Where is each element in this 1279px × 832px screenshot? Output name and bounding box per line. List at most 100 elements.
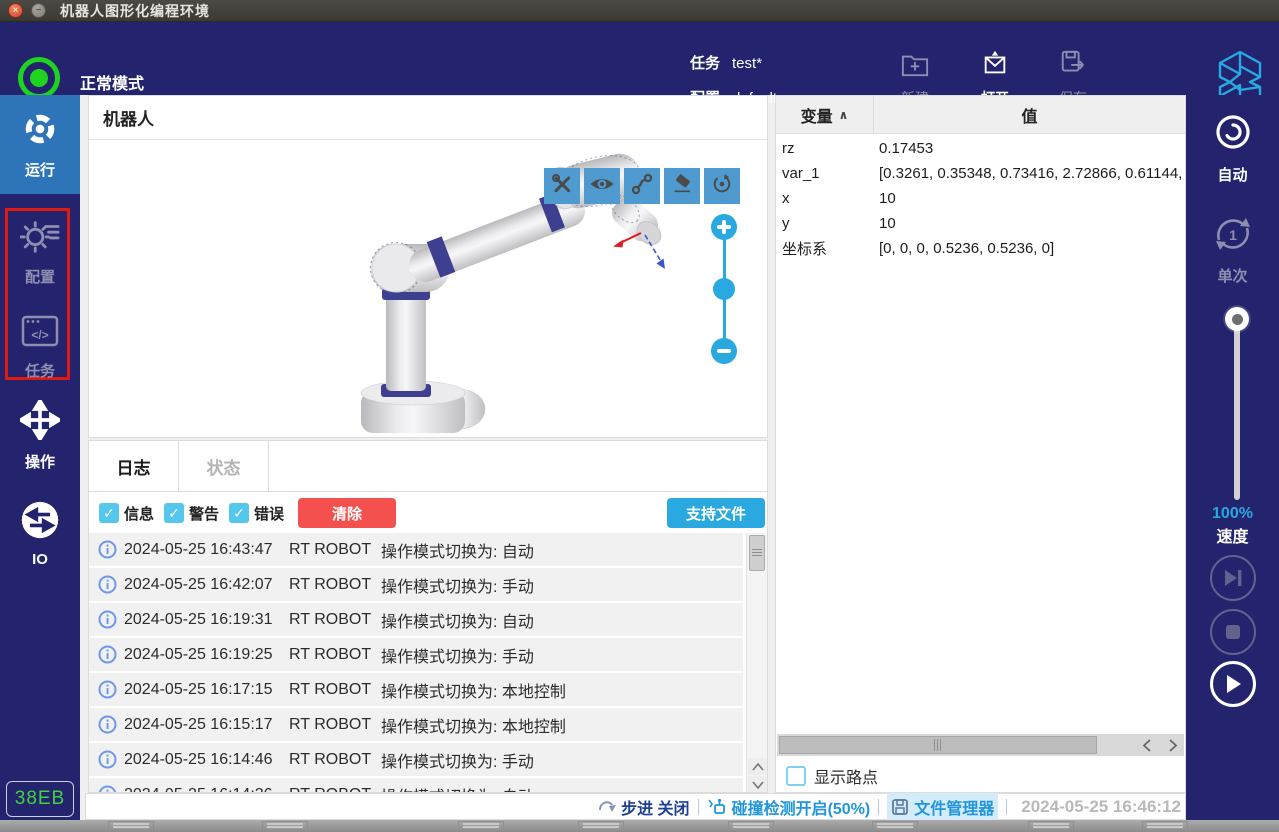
log-message: 操作模式切换为: 手动 (381, 753, 534, 771)
variables-column-name[interactable]: 变量 ∧ (776, 96, 874, 133)
log-filterbar: ✓ 信息 ✓ 警告 ✓ 错误 清除 支持文件 (89, 493, 767, 533)
sidebar-item-io[interactable]: IO (0, 500, 80, 568)
variable-row[interactable]: x 10 (776, 186, 1185, 211)
play-button[interactable] (1210, 661, 1256, 707)
filter-info-checkbox[interactable]: ✓ 信息 (99, 503, 154, 524)
log-row[interactable]: 2024-05-25 16:43:47 RT ROBOT 操作模式切换为: 自动 (89, 533, 743, 566)
speed-label: 速度 (1216, 529, 1249, 546)
variable-value: [0, 0, 0, 0.5236, 0.5236, 0] (879, 240, 1055, 257)
log-row[interactable]: 2024-05-25 16:14:46 RT ROBOT 操作模式切换为: 手动 (89, 743, 743, 776)
info-icon (98, 750, 117, 774)
window-title: 机器人图形化编程环境 (60, 2, 210, 19)
sidebar-item-operate[interactable]: 操作 (0, 397, 80, 472)
chevron-left-icon[interactable] (1142, 738, 1151, 752)
show-waypoints-checkbox[interactable]: 显示路点 (786, 764, 878, 788)
sidebar-item-config[interactable]: 配置 (0, 217, 80, 287)
tab-status[interactable]: 状态 (179, 441, 269, 492)
col-name-label: 变量 (800, 108, 833, 126)
log-source: RT ROBOT (289, 786, 371, 793)
file-manager-label: 文件管理器 (914, 800, 995, 818)
chevron-right-icon[interactable] (1169, 738, 1178, 752)
filter-error-checkbox[interactable]: ✓ 错误 (229, 503, 284, 524)
log-time: 2024-05-25 16:19:25 (124, 645, 273, 663)
variable-row[interactable]: var_1 [0.3261, 0.35348, 0.73416, 2.72866… (776, 161, 1185, 186)
robot-3d-viewport[interactable] (89, 141, 767, 437)
log-scrollbar[interactable] (746, 533, 767, 792)
speed-readout: 100% 速度 (1186, 505, 1279, 547)
sidebar-item-run[interactable]: 运行 (0, 95, 80, 194)
window-titlebar: × − 机器人图形化编程环境 (0, 0, 1279, 22)
log-source: RT ROBOT (289, 575, 372, 593)
sidebar-config-label: 配置 (24, 269, 55, 286)
scroll-up-button[interactable] (748, 758, 767, 775)
step-next-button[interactable] (1210, 555, 1256, 601)
visibility-button[interactable] (584, 168, 620, 204)
divider (1006, 798, 1008, 815)
check-icon: ✓ (99, 503, 119, 523)
speed-value: 100% (1212, 505, 1253, 522)
zoom-out-button[interactable] (711, 338, 737, 364)
log-row[interactable]: 2024-05-25 16:19:31 RT ROBOT 操作模式切换为: 自动 (89, 603, 743, 636)
variable-value: [0.3261, 0.35348, 0.73416, 2.72866, 0.61… (879, 165, 1185, 182)
log-row[interactable]: 2024-05-25 16:19:25 RT ROBOT 操作模式切换为: 手动 (89, 638, 743, 671)
window-minimize-button[interactable]: − (31, 3, 46, 18)
move-arrows-icon (17, 397, 63, 445)
zoom-in-button[interactable] (711, 214, 737, 240)
auto-mode-button[interactable]: 自动 (1186, 110, 1279, 185)
log-row[interactable]: 2024-05-25 16:17:15 RT ROBOT 操作模式切换为: 本地… (89, 673, 743, 706)
log-row[interactable]: 2024-05-25 16:15:17 RT ROBOT 操作模式切换为: 本地… (89, 708, 743, 741)
variables-panel: 变量 ∧ 值 rz 0.17453 var_1 [0.3261, 0.35348… (775, 95, 1186, 793)
variable-row[interactable]: y 10 (776, 211, 1185, 236)
variables-hscrollbar[interactable] (777, 734, 1184, 756)
log-time: 2024-05-25 16:15:17 (124, 715, 273, 733)
step-mode-status[interactable]: 步进 关闭 (598, 795, 690, 819)
taskbar-item (728, 821, 774, 831)
sidebar-operate-label: 操作 (24, 454, 55, 471)
taskbar-item (1142, 821, 1188, 831)
variable-name: x (782, 190, 790, 207)
auto-swirl-icon (1211, 110, 1255, 159)
reset-view-button[interactable] (704, 168, 740, 204)
log-time: 2024-05-25 16:14:46 (124, 750, 273, 768)
eraser-button[interactable] (664, 168, 700, 204)
speed-slider-track[interactable] (1234, 320, 1240, 500)
collision-icon (707, 798, 725, 814)
tools-button[interactable] (544, 168, 580, 204)
speed-slider-knob[interactable] (1225, 307, 1249, 331)
collision-status[interactable]: 碰撞检测开启(50%) (707, 795, 870, 819)
log-message: 操作模式切换为: 手动 (381, 648, 534, 666)
taskbar-strip (0, 820, 1279, 832)
log-row[interactable]: 2024-05-25 16:42:07 RT ROBOT 操作模式切换为: 手动 (89, 568, 743, 601)
svg-text:</>: </> (31, 328, 48, 342)
scroll-down-button[interactable] (748, 776, 767, 792)
status-bar: 步进 关闭 碰撞检测开启(50%) 文件管理器 2024-05-25 16:46… (85, 792, 1186, 821)
stop-button[interactable] (1210, 609, 1256, 655)
variable-row[interactable]: 坐标系 [0, 0, 0, 0.5236, 0.5236, 0] (776, 236, 1185, 261)
window-close-button[interactable]: × (8, 3, 23, 18)
taskbar-item (108, 821, 154, 831)
taskbar-item (458, 821, 504, 831)
eraser-icon (670, 172, 694, 201)
variable-row[interactable]: rz 0.17453 (776, 136, 1185, 161)
log-scrollbar-thumb[interactable] (749, 535, 765, 571)
log-message: 操作模式切换为: 自动 (381, 613, 534, 631)
log-list: 2024-05-25 16:43:47 RT ROBOT 操作模式切换为: 自动… (89, 533, 745, 793)
support-file-button[interactable]: 支持文件 (667, 498, 765, 528)
file-manager-button[interactable]: 文件管理器 (887, 792, 999, 821)
clear-log-button[interactable]: 清除 (298, 498, 397, 528)
log-row[interactable]: 2024-05-25 16:14:26 RT ROBOT 操作模式切换为: 自动 (89, 778, 743, 793)
open-file-icon (980, 50, 1010, 83)
single-number: 1 (1229, 227, 1237, 243)
variables-column-value[interactable]: 值 (874, 96, 1185, 133)
taskbar-item (872, 821, 918, 831)
filter-warn-label: 警告 (189, 505, 220, 523)
variables-header: 变量 ∧ 值 (776, 96, 1185, 134)
single-run-button[interactable]: 1 单次 (1186, 213, 1279, 286)
zoom-slider-knob[interactable] (713, 278, 735, 300)
sidebar-item-task[interactable]: </> 任务 (0, 313, 80, 381)
variable-name: var_1 (782, 165, 820, 182)
hscrollbar-thumb[interactable] (779, 736, 1097, 754)
tab-log[interactable]: 日志 (89, 441, 179, 492)
path-button[interactable] (624, 168, 660, 204)
filter-warn-checkbox[interactable]: ✓ 警告 (164, 503, 219, 524)
